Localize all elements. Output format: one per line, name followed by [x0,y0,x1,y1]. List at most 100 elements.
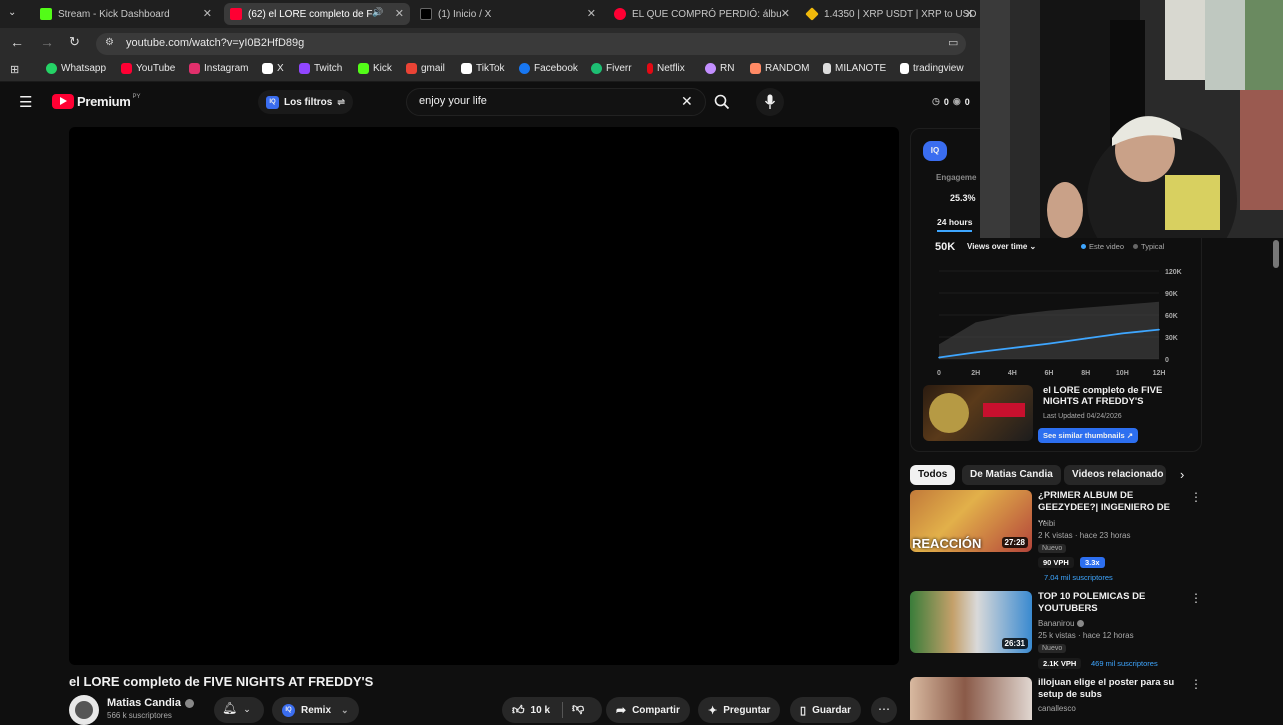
close-tab-icon[interactable]: ✕ [965,7,974,20]
data-point-this-video [1158,328,1160,331]
bookmark-tiktok[interactable]: TikTok [461,63,505,74]
channel-name: canallesco [1038,704,1076,713]
bookmark-milanote[interactable]: MILANOTE [823,63,886,74]
x-tick-label: 8H [1081,370,1090,377]
data-point-this-video [1011,347,1014,349]
bookmark-whatsapp[interactable]: Whatsapp [46,63,106,74]
y-tick-label: 90K [1165,291,1178,298]
more-vertical-icon[interactable]: ⋮ [1190,490,1202,504]
tab-search-icon[interactable]: ⌄ [8,7,24,21]
browser-tab[interactable]: EL QUE COMPRÓ PERDIÓ: álbu ✕ [608,3,796,25]
more-vertical-icon[interactable]: ⋮ [1190,677,1200,691]
recommendation-item[interactable]: 26:31 TOP 10 POLEMICAS DE YOUTUBERS Bana… [910,591,1202,671]
video-title: TOP 10 POLEMICAS DE YOUTUBERS [1038,591,1146,614]
chip-from-channel[interactable]: De Matias Candia [962,465,1061,485]
bookmark-gmail[interactable]: gmail [406,63,445,74]
stats-counters: ◷ 0 ◉ 0 [932,96,970,107]
bookmark-youtube[interactable]: YouTube [121,63,175,74]
forward-icon[interactable]: → [40,34,54,50]
bookmark-rn[interactable]: RN [705,63,734,74]
voice-search-button[interactable] [756,88,784,116]
views-dropdown[interactable]: Views over time ⌄ [967,242,1036,251]
more-vertical-icon[interactable]: ⋮ [1190,591,1202,605]
period-tab[interactable]: 24 hours [937,217,973,232]
multiplier-badge: 3.3x [1080,557,1105,568]
close-tab-icon[interactable]: ✕ [781,7,790,20]
close-tab-icon[interactable]: ✕ [395,7,404,20]
scrollbar-thumb[interactable] [1273,240,1279,268]
ask-button[interactable]: ✦ Preguntar [698,697,781,723]
search-button[interactable] [706,88,738,116]
browser-tab[interactable]: Stream - Kick Dashboard ✕ [34,3,218,25]
bookmark-twitch[interactable]: Twitch [299,63,342,74]
apps-grid-icon[interactable]: ⊞ [10,63,19,76]
channel-name: Yeibi [1038,519,1056,528]
panel-thumbnail[interactable] [923,385,1033,441]
channel-name: Bananirou [1038,619,1085,628]
channel-name[interactable]: Matias Candia [107,697,194,709]
facebook-icon [519,63,530,74]
site-info-icon[interactable]: ⚙ [105,37,114,48]
whatsapp-icon [46,63,57,74]
clear-search-icon[interactable]: ✕ [681,93,693,110]
video-title: el LORE completo de FIVE NIGHTS AT FREDD… [69,674,374,689]
speaker-icon[interactable]: 🔊 [372,7,383,18]
close-tab-icon[interactable]: ✕ [587,7,596,20]
gmail-icon [406,63,417,74]
notifications-button[interactable]: 🔔︎ ⌄ [214,697,264,723]
browser-tab-active[interactable]: (62) el LORE completo de F 🔊 ✕ [224,3,410,25]
bookmark-kick[interactable]: Kick [358,63,392,74]
chip-all[interactable]: Todos [910,465,956,485]
recommendation-item[interactable]: illojuan elige el poster para su setup d… [910,677,1200,720]
chevron-down-icon: ⌄ [341,704,349,715]
bookmark-instagram[interactable]: Instagram [189,63,248,74]
channel-avatar[interactable] [69,695,99,725]
like-button[interactable]: 👍︎ 10 k 👎︎ [502,697,602,723]
bookmark-fiverr[interactable]: Fiverr [591,63,632,74]
thumbs-down-icon[interactable]: 👎︎ [572,701,584,716]
x-tick-label: 6H [1045,370,1054,377]
video-thumbnail[interactable] [910,677,1032,720]
video-thumbnail[interactable]: REACCIÓN 27:28 [910,490,1032,552]
browser-tab[interactable]: 1.4350 | XRP USDT | XRP to USD ✕ [800,3,980,25]
search-input[interactable]: enjoy your life ✕ [406,88,706,116]
recommendation-item[interactable]: REACCIÓN 27:28 ¿PRIMER ALBUM DE GEEZYDEE… [910,490,1202,585]
clock-icon: ◷ [932,96,940,106]
search-icon [714,94,730,110]
thumb-overlay-text [983,403,1025,417]
more-actions-button[interactable]: ⋯ [871,697,897,723]
eye-icon: ◉ [952,96,961,106]
reload-icon[interactable]: ↻ [69,34,80,50]
chip-related[interactable]: Videos relacionado [1064,465,1166,485]
random-icon [750,63,761,74]
bookmark-facebook[interactable]: Facebook [519,63,578,74]
remix-button[interactable]: IQ Remix ⌄ [272,697,359,723]
instagram-icon [189,63,200,74]
data-point-this-video [1121,332,1124,335]
address-bar[interactable]: ⚙ youtube.com/watch?v=yI0B2HfD89g ▭ [96,33,966,55]
menu-icon[interactable]: ☰ [19,93,32,111]
close-tab-icon[interactable]: ✕ [203,7,212,20]
video-player[interactable] [69,127,899,665]
video-title: illojuan elige el poster para su setup d… [1038,677,1175,700]
video-thumbnail[interactable]: 26:31 [910,591,1032,653]
share-button[interactable]: ➦ Compartir [606,697,690,723]
bookmark-x[interactable]: X [262,63,284,74]
back-icon[interactable]: ← [10,34,24,50]
bookmark-random[interactable]: RANDOM [750,63,809,74]
bookmark-netflix[interactable]: Netflix [647,63,685,74]
browser-tab[interactable]: (1) Inicio / X ✕ [414,3,602,25]
cast-icon[interactable]: ▭ [948,36,958,49]
new-badge: Nuevo [1038,644,1067,653]
bookmark-tradingview[interactable]: tradingview [900,63,964,74]
youtube-logo[interactable]: Premium PY [52,94,141,109]
x-tick-label: 4H [1008,370,1017,377]
chevron-right-icon[interactable]: › [1180,467,1184,482]
chevron-down-icon: ⌄ [243,704,251,714]
save-button[interactable]: ▯ Guardar [790,697,861,723]
youtube-favicon-icon [230,8,242,20]
see-similar-thumbnails-button[interactable]: See similar thumbnails ↗ [1038,428,1139,443]
thumbs-up-icon: 👍︎ [512,702,525,717]
filters-button[interactable]: IQ Los filtros ⇌ [258,90,353,114]
subscriber-count: 566 k suscriptores [107,711,172,720]
